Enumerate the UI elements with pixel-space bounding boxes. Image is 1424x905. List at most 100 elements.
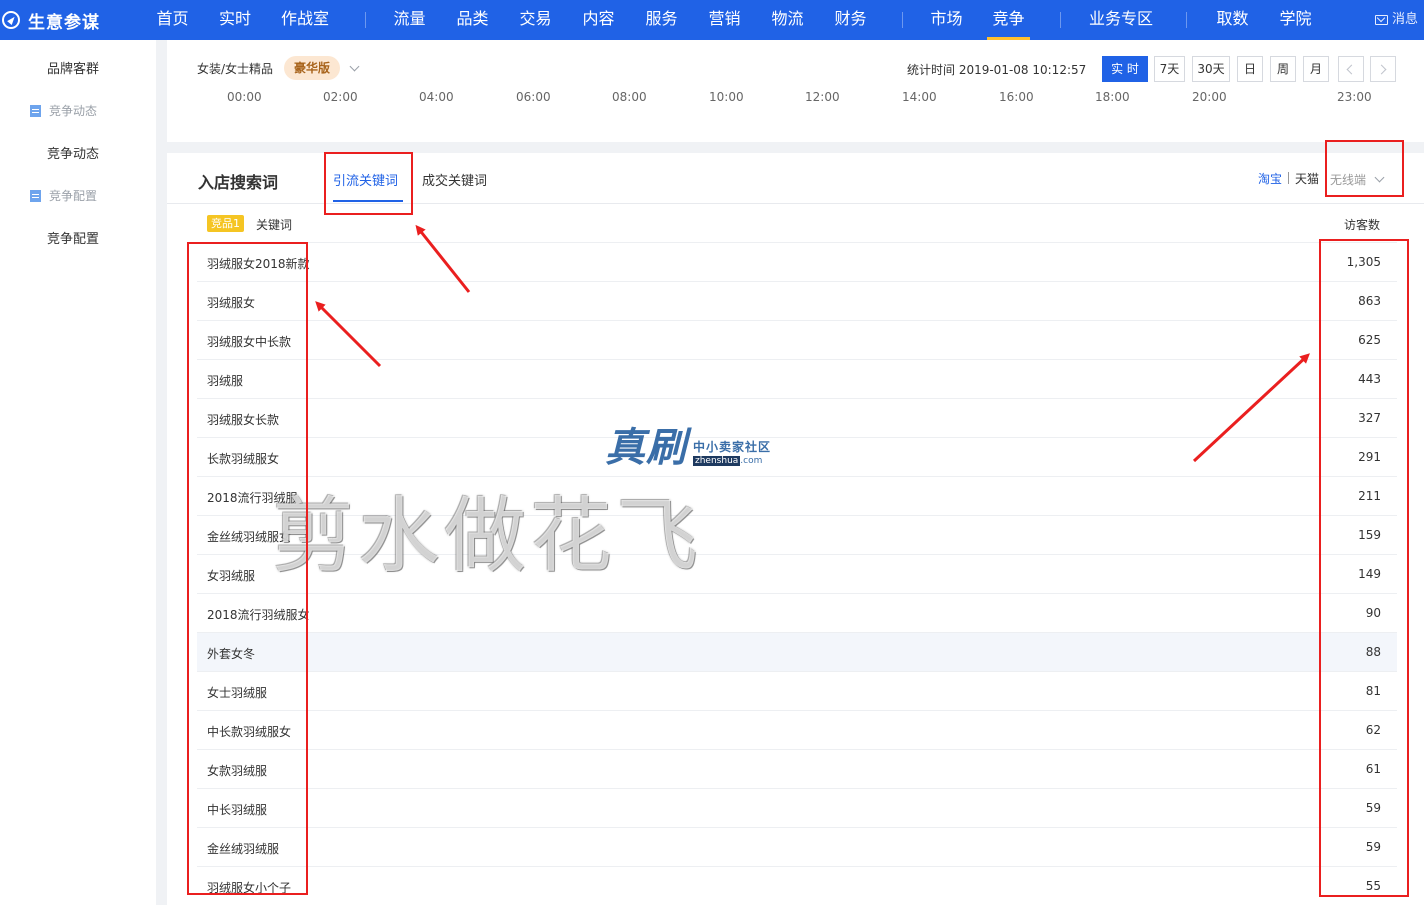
table-row[interactable]: 中长羽绒服 59: [197, 788, 1397, 827]
layout-gutter: [156, 40, 167, 905]
nav-item-label: 取数: [1216, 9, 1249, 28]
table-row[interactable]: 中长款羽绒服女 62: [197, 710, 1397, 749]
table-row[interactable]: 外套女冬 88: [197, 632, 1397, 671]
sidebar-item-competition-dynamics[interactable]: 竞争动态: [0, 143, 156, 162]
x-tick-label: 02:00: [323, 90, 358, 104]
x-tick-label: 18:00: [1095, 90, 1130, 104]
nav-item-9[interactable]: 物流: [766, 0, 809, 40]
nav-item-label: 竞争: [992, 9, 1025, 28]
nav-item-3[interactable]: 流量: [388, 0, 431, 40]
time-btn-day[interactable]: 日: [1237, 56, 1263, 82]
nav-item-6[interactable]: 内容: [577, 0, 620, 40]
x-tick-label: 08:00: [612, 90, 647, 104]
table-row[interactable]: 2018流行羽绒服女 90: [197, 593, 1397, 632]
table-row[interactable]: 羽绒服 443: [197, 359, 1397, 398]
nav-item-1[interactable]: 实时: [212, 0, 258, 40]
column-header-visitors[interactable]: 访客数: [1344, 216, 1380, 233]
messages-link[interactable]: 消息: [1374, 0, 1418, 40]
time-btn-month[interactable]: 月: [1303, 56, 1329, 82]
nav-item-label: 品类: [456, 9, 489, 28]
nav-item-0[interactable]: 首页: [149, 0, 196, 40]
watermark-domain-tld: .com: [740, 456, 763, 466]
nav-item-4[interactable]: 品类: [451, 0, 494, 40]
nav-separator: [902, 12, 903, 28]
time-btn-week[interactable]: 周: [1270, 56, 1296, 82]
competitor-badge: 竞品1: [207, 215, 244, 232]
nav-item-label: 交易: [519, 9, 552, 28]
sidebar-item-competition-config[interactable]: 竞争配置: [0, 228, 156, 247]
table-row[interactable]: 女款羽绒服 61: [197, 749, 1397, 788]
nav-item-label: 内容: [582, 9, 615, 28]
nav-item-label: 业务专区: [1088, 9, 1153, 28]
table-row[interactable]: 羽绒服女小个子 55: [197, 866, 1397, 905]
table-row[interactable]: 羽绒服女2018新款 1,305: [197, 242, 1397, 281]
nav-item-label: 财务: [834, 9, 867, 28]
mail-icon: [1374, 15, 1388, 25]
nav-item-15[interactable]: 学院: [1274, 0, 1317, 40]
watermark-logo-main: 真刷: [605, 424, 687, 471]
nav-item-2[interactable]: 作战室: [275, 0, 335, 40]
time-btn-7d[interactable]: 7天: [1154, 56, 1185, 82]
sidebar: 品牌客群 竞争动态 竞争动态 竞争配置 竞争配置: [0, 40, 156, 905]
messages-label: 消息: [1391, 12, 1418, 27]
nav-item-10[interactable]: 财务: [829, 0, 872, 40]
sidebar-group-label: 竞争配置: [49, 189, 98, 203]
brand[interactable]: 生意参谋: [0, 0, 140, 40]
x-tick-label: 16:00: [999, 90, 1034, 104]
app-title: 生意参谋: [28, 12, 100, 33]
realtime-card: 女装/女士精品 豪华版 统计时间 2019-01-08 10:12:57 实 时…: [167, 40, 1424, 142]
nav-item-5[interactable]: 交易: [514, 0, 557, 40]
table-row[interactable]: 金丝绒羽绒服 59: [197, 827, 1397, 866]
platform-taobao[interactable]: 淘宝: [1258, 170, 1282, 187]
category-breadcrumb[interactable]: 女装/女士精品: [197, 60, 273, 77]
annotation-box-traffic-tab: [324, 152, 413, 215]
compass-icon: [2, 11, 20, 29]
table-row[interactable]: 羽绒服女 863: [197, 281, 1397, 320]
nav-item-label: 服务: [645, 9, 678, 28]
table-row[interactable]: 羽绒服女中长款 625: [197, 320, 1397, 359]
sidebar-item-brand-audience[interactable]: 品牌客群: [0, 58, 156, 77]
next-arrow-icon[interactable]: [1370, 56, 1396, 82]
section-title: 入店搜索词: [198, 173, 279, 192]
x-tick-label: 14:00: [902, 90, 937, 104]
x-tick-label: 06:00: [516, 90, 551, 104]
nav-item-label: 首页: [156, 9, 189, 28]
table-row[interactable]: 女士羽绒服 81: [197, 671, 1397, 710]
nav-separator: [365, 12, 366, 28]
x-tick-label: 04:00: [419, 90, 454, 104]
tab-deal-keywords[interactable]: 成交关键词: [422, 170, 487, 189]
nav-item-label: 实时: [218, 9, 251, 28]
table-row[interactable]: 羽绒服女长款 327: [197, 398, 1397, 437]
nav-item-label: 流量: [393, 9, 426, 28]
platform-tmall[interactable]: 天猫: [1295, 170, 1319, 187]
prev-arrow-icon[interactable]: [1338, 56, 1364, 82]
nav-item-11[interactable]: 市场: [925, 0, 968, 40]
nav-item-12[interactable]: 竞争: [987, 0, 1030, 40]
sidebar-item-label: 竞争配置: [47, 232, 100, 247]
watermark-logo: 真刷 中小卖家社区 zhenshua .com: [605, 428, 771, 468]
nav-item-8[interactable]: 营销: [703, 0, 746, 40]
nav-item-13[interactable]: 业务专区: [1084, 0, 1158, 40]
column-header-keyword: 关键词: [256, 218, 293, 232]
watermark-overlay-text: 剪水做花飞: [272, 489, 703, 584]
nav-item-7[interactable]: 服务: [640, 0, 683, 40]
nav-item-label: 物流: [771, 9, 804, 28]
nav-item-label: 市场: [930, 9, 963, 28]
nav-separator: [1186, 12, 1187, 28]
platform-separator: [1288, 172, 1289, 184]
watermark-domain-name: zhenshua: [693, 456, 741, 466]
nav-item-14[interactable]: 取数: [1211, 0, 1254, 40]
table-row[interactable]: 长款羽绒服女 291: [197, 437, 1397, 476]
x-tick-label: 23:00: [1337, 90, 1372, 104]
edition-badge: 豪华版: [284, 56, 341, 80]
chevron-down-icon[interactable]: [349, 61, 360, 72]
stat-time: 统计时间 2019-01-08 10:12:57: [907, 63, 1087, 77]
annotation-box-visitors: [1319, 239, 1409, 897]
watermark-logo-sub: 中小卖家社区 zhenshua .com: [693, 438, 771, 466]
x-tick-label: 10:00: [709, 90, 744, 104]
x-tick-label: 12:00: [805, 90, 840, 104]
x-tick-label: 20:00: [1192, 90, 1227, 104]
time-btn-30d[interactable]: 30天: [1192, 56, 1230, 82]
sidebar-item-label: 竞争动态: [47, 147, 100, 162]
time-btn-realtime[interactable]: 实 时: [1102, 56, 1148, 82]
